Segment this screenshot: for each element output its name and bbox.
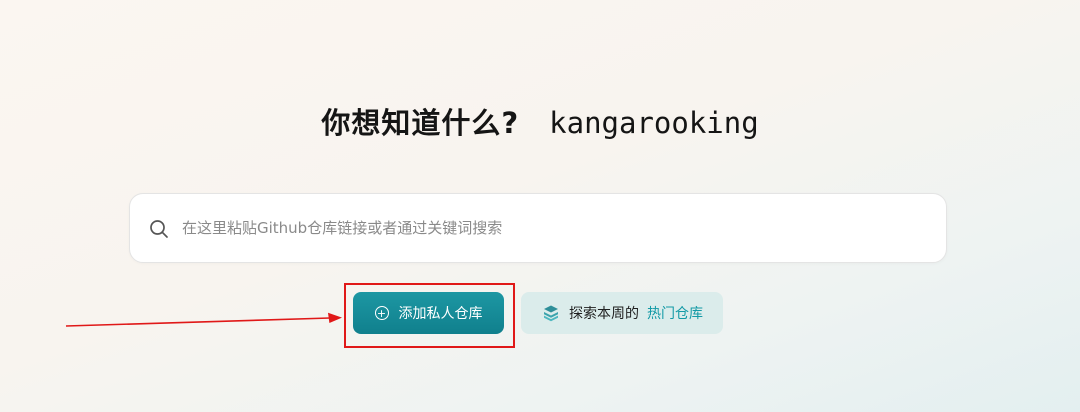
add-private-repo-label: 添加私人仓库 (398, 306, 483, 322)
search-box[interactable] (129, 193, 947, 263)
explore-label: 探索本周的 (569, 306, 639, 322)
headline: 你想知道什么? kangarooking (0, 100, 1080, 142)
main-page: 你想知道什么? kangarooking + 添加私人仓库 探索本周的 热门仓库 (0, 0, 1080, 412)
explore-trending-button[interactable]: 探索本周的 热门仓库 (521, 292, 723, 334)
search-input[interactable] (182, 194, 922, 262)
annotation-arrow (65, 312, 342, 327)
explore-accent-label: 热门仓库 (647, 306, 703, 322)
add-private-repo-button[interactable]: + 添加私人仓库 (353, 292, 504, 334)
headline-question: 你想知道什么? (321, 106, 520, 140)
headline-username: kangarooking (549, 106, 759, 140)
plus-circle-icon: + (374, 306, 389, 320)
book-icon (544, 305, 558, 322)
search-icon (150, 220, 168, 238)
